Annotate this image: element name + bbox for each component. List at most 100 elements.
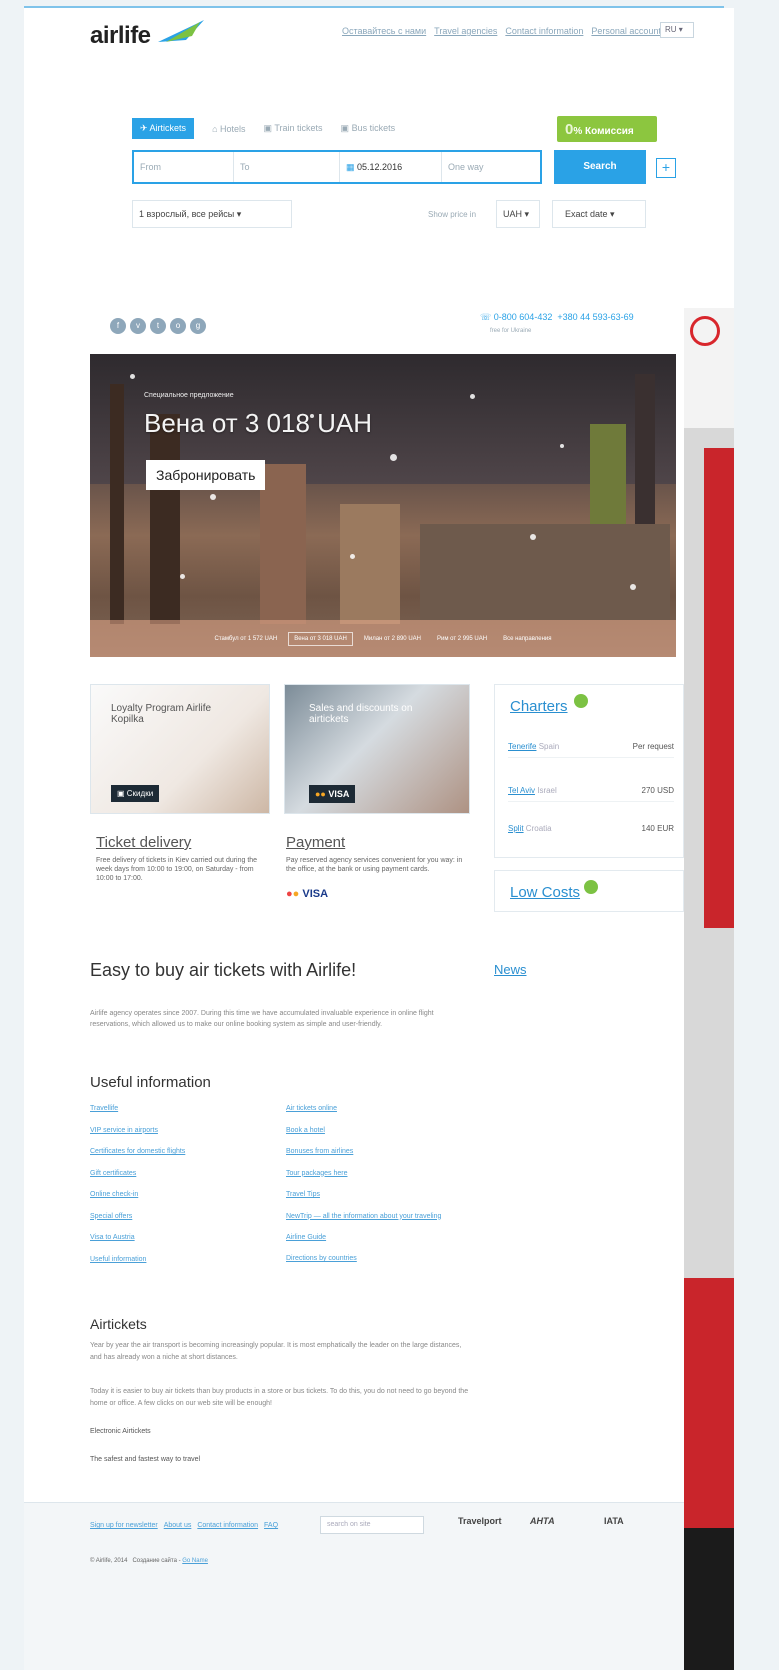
top-nav-link[interactable]: Travel agencies <box>434 26 497 36</box>
made-by-link[interactable]: Go Name <box>182 1558 208 1564</box>
low-costs-link[interactable]: Low Costs <box>510 884 580 901</box>
intro-text: Airlife agency operates since 2007. Duri… <box>90 1010 434 1028</box>
passengers-select[interactable]: 1 взрослый, все рейсы ▾ <box>132 200 292 228</box>
useful-link[interactable]: Air tickets online <box>286 1098 476 1120</box>
useful-link[interactable]: Special offers <box>90 1206 280 1228</box>
show-price-label: Show price in <box>428 210 477 219</box>
sales-title: Sales and discounts on airtickets <box>309 703 413 725</box>
snowflake <box>530 534 536 540</box>
footer-search-input[interactable]: search on site <box>320 1516 424 1534</box>
facebook-icon[interactable]: f <box>110 318 126 334</box>
snowflake <box>470 394 475 399</box>
sales-card[interactable]: Sales and discounts on airtickets ●● VIS… <box>284 684 470 814</box>
currency-select[interactable]: UAH ▾ <box>496 200 540 228</box>
useful-link[interactable]: Certificates for domestic flights <box>90 1141 280 1163</box>
payment-logos: ●● VISA <box>286 888 328 900</box>
from-field[interactable]: From <box>134 152 234 182</box>
phone-1[interactable]: 0-800 604-432 <box>494 312 553 322</box>
charter-city[interactable]: Split <box>508 824 524 833</box>
book-button[interactable]: Забронировать <box>146 460 266 490</box>
useful-link[interactable]: Directions by countries <box>286 1248 476 1270</box>
add-route-button[interactable]: + <box>656 158 676 178</box>
phone-2[interactable]: +380 44 593-63-69 <box>557 312 633 322</box>
charter-city[interactable]: Tel Aviv <box>508 786 535 795</box>
hero-kicker: Специальное предложение <box>144 392 234 399</box>
footer-link[interactable]: Contact information <box>197 1522 258 1529</box>
useful-link[interactable]: NewTrip — all the information about your… <box>286 1206 476 1227</box>
language-select[interactable]: RU ▾ <box>660 22 694 38</box>
date-field[interactable]: ▦ 05.12.2016 <box>340 152 442 182</box>
useful-link[interactable]: Travellife <box>90 1098 280 1120</box>
slide-link[interactable]: Милан от 2 890 UAH <box>359 633 426 645</box>
loyalty-card[interactable]: Loyalty Program Airlife Kopilka ▣ Скидки <box>90 684 270 814</box>
hero-spire <box>150 414 180 624</box>
mastercard-icon: ● <box>292 888 300 900</box>
footer-links: Sign up for newsletter About us Contact … <box>90 1522 278 1529</box>
airlife-logo[interactable]: airlife <box>90 22 151 50</box>
electronic-airtickets-text: Electronic Airtickets <box>90 1428 151 1435</box>
slide-link[interactable]: Все направления <box>498 633 556 645</box>
tab-airtickets[interactable]: ✈ Airtickets <box>132 118 195 139</box>
footer-link[interactable]: FAQ <box>264 1522 278 1529</box>
slide-link[interactable]: Стамбул от 1 572 UAH <box>209 633 282 645</box>
phone-subtitle: free for Ukraine <box>490 328 532 334</box>
promo-prefix: 0 <box>565 121 574 138</box>
snowflake <box>390 454 397 461</box>
top-nav-link[interactable]: Contact information <box>505 26 583 36</box>
charter-row[interactable]: Tel Aviv Israel 270 USD <box>508 786 674 802</box>
ticket-delivery-link[interactable]: Ticket delivery <box>96 834 191 851</box>
news-link[interactable]: News <box>494 962 527 977</box>
charter-price: 270 USD <box>641 786 674 795</box>
anta-logo: АНТА <box>530 1516 555 1526</box>
search-button[interactable]: Search <box>554 150 646 184</box>
search-tabs: ✈ Airtickets ⌂ Hotels ▣ Train tickets ▣ … <box>132 118 395 139</box>
top-nav-link[interactable]: Oставайтесь с нами <box>342 26 426 36</box>
tab-hotels[interactable]: ⌂ Hotels <box>212 124 245 134</box>
useful-link[interactable]: Online check-in <box>90 1184 280 1206</box>
return-field[interactable]: One way <box>442 152 540 182</box>
exact-date-select[interactable]: Exact date ▾ <box>552 200 646 228</box>
useful-link[interactable]: Airline Guide <box>286 1227 476 1249</box>
useful-link[interactable]: Tour packages here <box>286 1163 476 1185</box>
phone-numbers: ☏ 0-800 604-432 +380 44 593-63-69 <box>480 312 634 323</box>
useful-link[interactable]: Travel Tips <box>286 1184 476 1206</box>
useful-link[interactable]: Book a hotel <box>286 1120 476 1142</box>
snowflake <box>350 554 355 559</box>
tab-label: Bus tickets <box>351 123 396 133</box>
useful-list-right: Air tickets online Book a hotel Bonuses … <box>286 1098 476 1270</box>
useful-link[interactable]: Bonuses from airlines <box>286 1141 476 1163</box>
hero-slides: Стамбул от 1 572 UAH Вена от 3 018 UAH М… <box>90 620 676 657</box>
charter-price: 140 EUR <box>641 824 674 833</box>
date-value: 05.12.2016 <box>357 162 403 172</box>
social-links: f v t o g <box>110 318 206 334</box>
tab-bus[interactable]: ▣ Bus tickets <box>341 123 396 134</box>
useful-link[interactable]: Gift certificates <box>90 1163 280 1185</box>
hero-banner[interactable]: Специальное предложение Вена от 3 018 UA… <box>90 354 676 657</box>
useful-link[interactable]: Useful information <box>90 1249 280 1271</box>
copyright-text: © Airlife, 2014 <box>90 1558 128 1564</box>
airtickets-paragraph-2: Today it is easier to buy air tickets th… <box>90 1388 469 1407</box>
tab-train[interactable]: ▣ Train tickets <box>264 123 323 134</box>
top-nav-link[interactable]: Personal account <box>591 26 661 36</box>
google-plus-icon[interactable]: g <box>190 318 206 334</box>
charter-row[interactable]: Split Croatia 140 EUR <box>508 824 674 839</box>
airtickets-heading: Airtickets <box>90 1316 147 1332</box>
to-field[interactable]: To <box>234 152 340 182</box>
slide-link-active[interactable]: Вена от 3 018 UAH <box>288 631 353 646</box>
charter-row[interactable]: Tenerife Spain Per request <box>508 742 674 758</box>
twitter-icon[interactable]: t <box>150 318 166 334</box>
slide-link[interactable]: Рим от 2 995 UAH <box>432 633 492 645</box>
useful-link[interactable]: VIP service in airports <box>90 1120 280 1142</box>
search-form: From To ▦ 05.12.2016 One way <box>132 150 542 184</box>
charter-city[interactable]: Tenerife <box>508 742 536 751</box>
airtickets-paragraph-1: Year by year the air transport is becomi… <box>90 1342 462 1361</box>
payment-link[interactable]: Payment <box>286 834 345 851</box>
useful-link[interactable]: Visa to Austria <box>90 1227 280 1249</box>
footer-link[interactable]: About us <box>164 1522 192 1529</box>
snowflake <box>130 374 135 379</box>
safest-way-text: The safest and fastest way to travel <box>90 1456 201 1463</box>
charters-link[interactable]: Charters <box>510 698 568 715</box>
footer-link[interactable]: Sign up for newsletter <box>90 1522 158 1529</box>
vk-icon[interactable]: v <box>130 318 146 334</box>
odnoklassniki-icon[interactable]: o <box>170 318 186 334</box>
